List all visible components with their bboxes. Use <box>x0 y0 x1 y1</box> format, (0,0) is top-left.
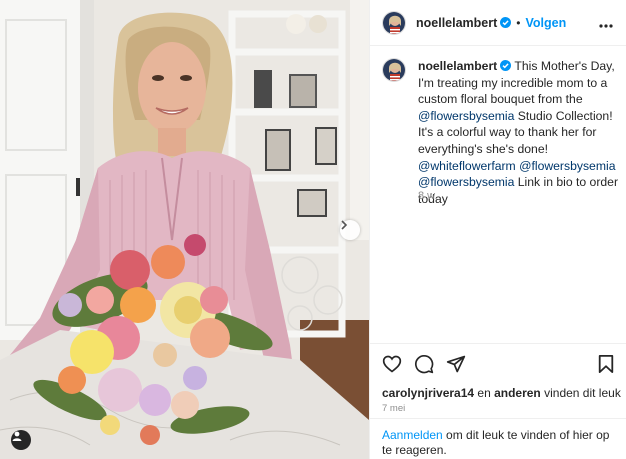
more-options-icon[interactable] <box>599 15 613 33</box>
post-date[interactable]: 7 mei <box>382 403 405 414</box>
avatar[interactable] <box>382 10 406 35</box>
mention-link[interactable]: @flowersbysemia <box>418 109 514 123</box>
caption-row: noellelambert This Mother's Day, I'm tre… <box>382 58 620 207</box>
likes-others-link[interactable]: anderen <box>494 386 541 400</box>
post-image <box>0 0 369 459</box>
login-link[interactable]: Aanmelden <box>382 428 443 442</box>
likes-summary: carolynjrivera14 en anderen vinden dit l… <box>382 386 621 400</box>
carousel-next-button[interactable] <box>340 220 360 240</box>
mention-link[interactable]: @whiteflowerfarm <box>418 159 516 173</box>
verified-badge-icon <box>500 17 512 28</box>
follow-button[interactable]: Volgen <box>525 16 566 30</box>
caption-time-ago[interactable]: 8 w. <box>418 190 438 202</box>
header-username[interactable]: noellelambert <box>416 16 497 30</box>
user-tag-icon <box>12 431 22 441</box>
post-sidebar: noellelambert • Volgen noellelambert Thi… <box>369 0 626 459</box>
heart-icon[interactable] <box>382 354 402 374</box>
post-photo[interactable] <box>0 0 369 459</box>
user-tag-button[interactable] <box>11 430 31 450</box>
comment-icon[interactable] <box>414 354 434 374</box>
post-caption: noellelambert This Mother's Day, I'm tre… <box>418 58 620 207</box>
bookmark-icon[interactable] <box>597 354 615 379</box>
liker-username[interactable]: carolynjrivera14 <box>382 386 474 400</box>
likes-connector: en <box>474 386 495 400</box>
avatar-image <box>383 59 405 81</box>
mention-link[interactable]: @flowersbysemia <box>519 159 615 173</box>
login-prompt: Aanmelden om dit leuk te vinden of hier … <box>370 418 626 459</box>
avatar-image <box>383 11 405 34</box>
verified-badge-icon <box>500 60 512 71</box>
caption-username[interactable]: noellelambert <box>418 59 497 73</box>
caption-avatar[interactable] <box>382 58 406 82</box>
share-icon[interactable] <box>446 354 466 374</box>
likes-suffix: vinden dit leuk <box>540 386 621 400</box>
post-header: noellelambert • Volgen <box>370 0 626 46</box>
mention-link[interactable]: @flowersbysemia <box>418 175 514 189</box>
chevron-right-icon <box>341 220 348 230</box>
separator-dot: • <box>516 15 521 30</box>
action-bar <box>370 343 626 383</box>
